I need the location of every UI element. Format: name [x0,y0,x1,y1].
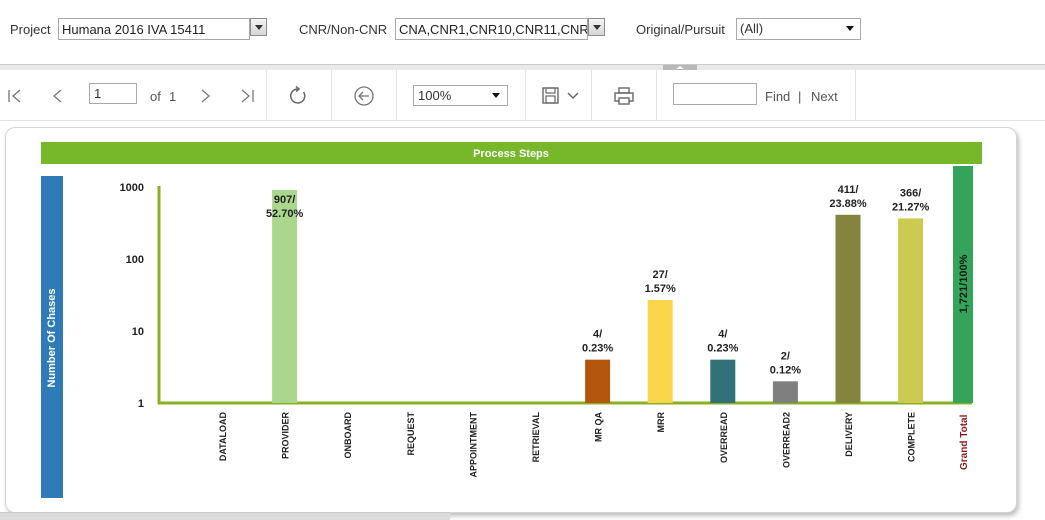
chevron-down-icon [492,93,500,98]
pursuit-label: Original/Pursuit [636,22,725,37]
zoom-value: 100% [418,88,452,103]
toolbar-separator [525,70,526,120]
last-page-icon[interactable] [236,85,258,107]
print-icon[interactable] [613,85,635,107]
save-icon[interactable] [540,85,582,107]
project-dropdown-button[interactable] [250,18,267,36]
next-page-icon[interactable] [194,85,216,107]
of-label: of [150,89,161,104]
find-separator: | [798,89,802,104]
cnr-dropdown-button[interactable] [588,18,605,36]
report-body [0,121,1045,519]
pursuit-select[interactable]: (All) [736,18,861,40]
toolbar-separator [396,70,397,120]
chevron-down-icon [846,26,854,31]
cnr-label: CNR/Non-CNR [299,22,388,37]
pursuit-select-value: (All) [740,21,764,36]
project-label: Project [10,22,51,37]
zoom-select[interactable]: 100% [413,85,508,106]
previous-page-icon[interactable] [47,85,69,107]
find-input[interactable] [673,83,757,105]
toolbar-separator [656,70,657,120]
refresh-icon[interactable] [287,85,309,107]
total-pages: 1 [169,89,177,104]
report-toolbar: 1 of 1 100% Find | Next [0,70,1045,121]
toolbar-separator [855,70,856,120]
page-number-input[interactable]: 1 [89,83,137,104]
find-button[interactable]: Find [765,89,790,104]
toolbar-separator [331,70,332,120]
next-button[interactable]: Next [811,89,838,104]
report-parameters: Project Humana 2016 IVA 15411 CNR/Non-CN… [0,0,1045,64]
toolbar-separator [266,70,267,120]
back-icon[interactable] [353,85,375,107]
first-page-icon[interactable] [5,85,27,107]
toolbar-separator [591,70,592,120]
project-field[interactable]: Humana 2016 IVA 15411 [58,18,250,40]
chart-panel [5,127,1017,513]
cnr-field[interactable]: CNA,CNR1,CNR10,CNR11,CNR1 [395,18,588,40]
